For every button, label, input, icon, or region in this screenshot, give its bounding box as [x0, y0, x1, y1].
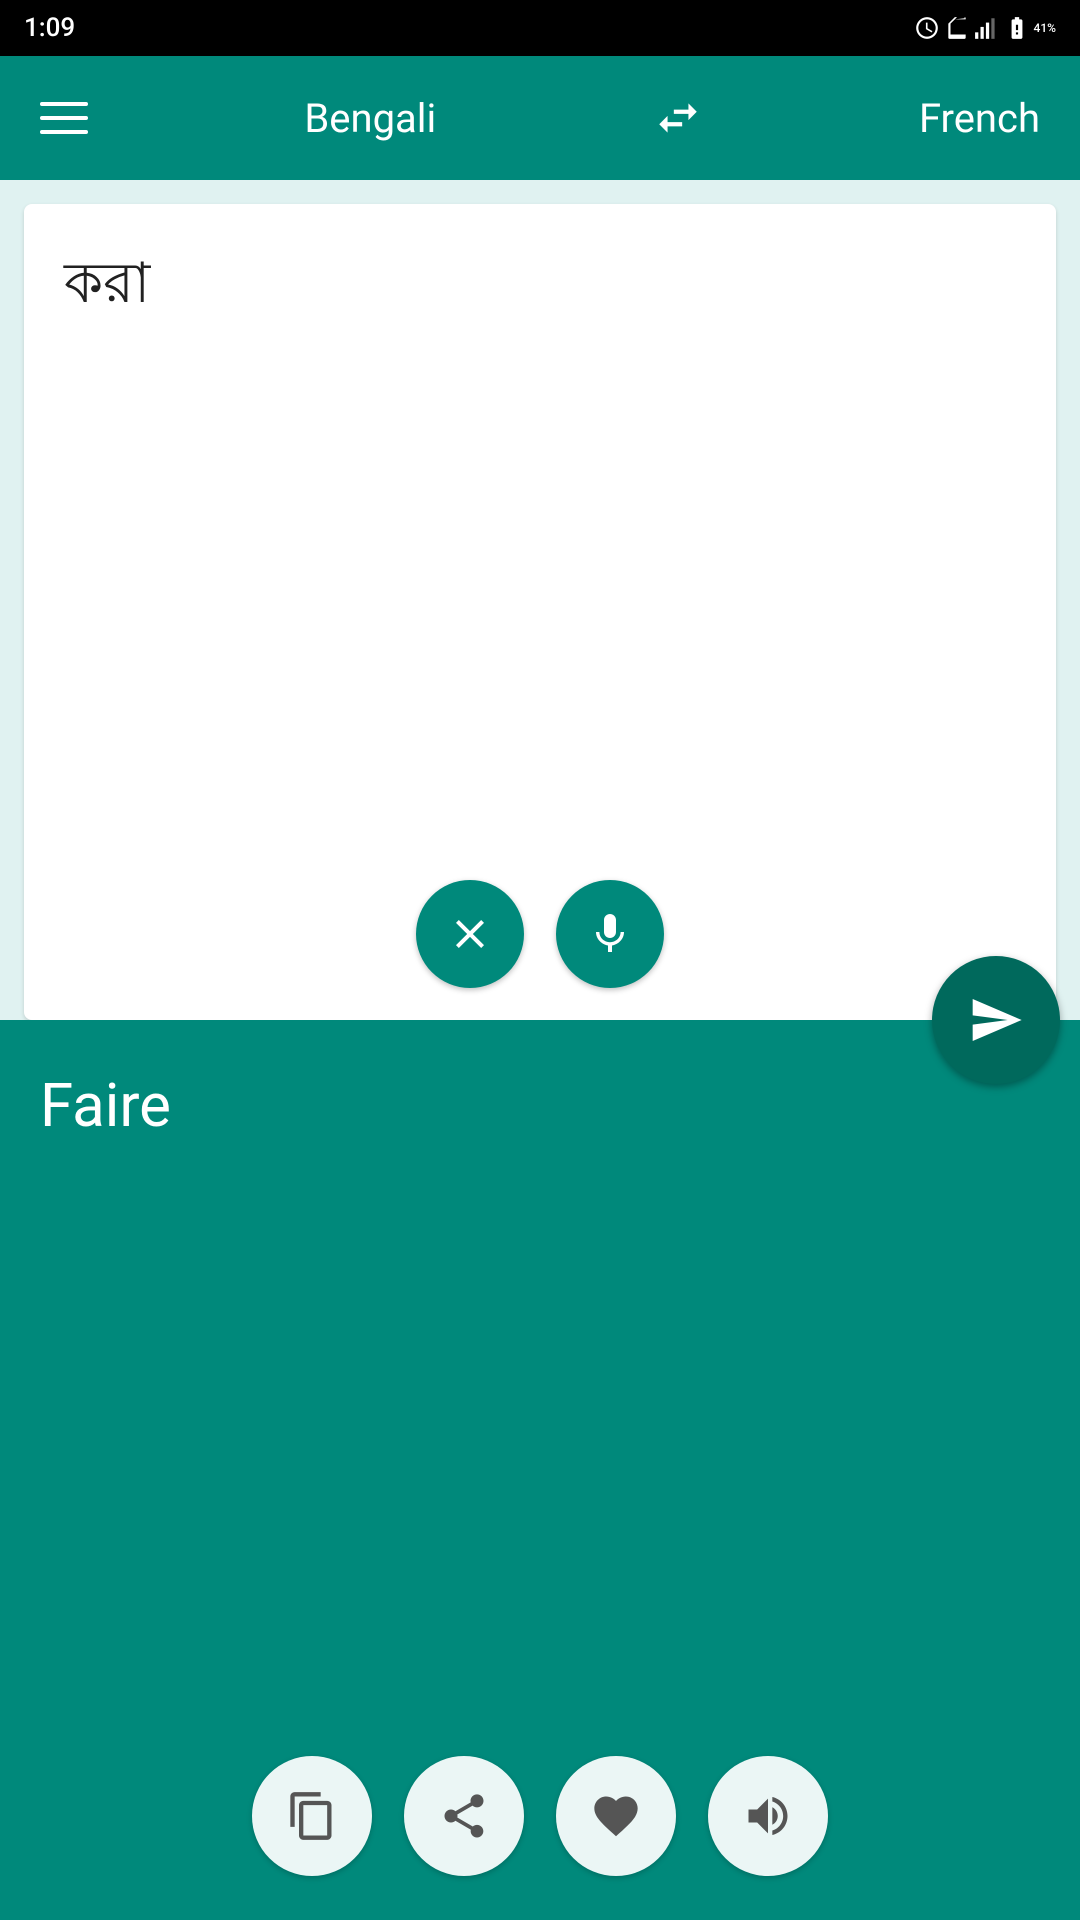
battery-percent: 41% [1034, 21, 1056, 35]
clear-icon [446, 910, 494, 958]
volume-icon [742, 1790, 794, 1842]
translate-button[interactable] [932, 956, 1060, 1084]
copy-button[interactable] [252, 1756, 372, 1876]
sim-icon [944, 15, 970, 41]
source-language[interactable]: Bengali [304, 95, 436, 142]
status-time: 1:09 [24, 13, 75, 43]
status-icons: 41% [914, 15, 1056, 41]
alarm-icon [914, 15, 940, 41]
translation-panel: Faire [0, 1020, 1080, 1920]
share-icon [438, 1790, 490, 1842]
hamburger-line2 [40, 116, 88, 120]
status-bar: 1:09 41% [0, 0, 1080, 56]
speak-button[interactable] [708, 1756, 828, 1876]
hamburger-line1 [40, 102, 88, 106]
source-input-text[interactable]: করা [24, 204, 1056, 322]
copy-icon [286, 1790, 338, 1842]
swap-languages-button[interactable] [653, 93, 703, 143]
target-language[interactable]: French [919, 95, 1040, 142]
microphone-button[interactable] [556, 880, 664, 988]
clear-button[interactable] [416, 880, 524, 988]
heart-icon [590, 1790, 642, 1842]
send-icon [968, 992, 1024, 1048]
signal-icon [974, 15, 1000, 41]
source-actions [416, 880, 664, 988]
charging-icon [1004, 15, 1030, 41]
translation-actions [252, 1756, 828, 1876]
source-panel: করা [24, 204, 1056, 1020]
translation-output-text: Faire [40, 1064, 1040, 1148]
menu-button[interactable] [40, 102, 88, 134]
hamburger-line3 [40, 130, 88, 134]
share-button[interactable] [404, 1756, 524, 1876]
main-content: করা Faire [0, 180, 1080, 1920]
toolbar: Bengali French [0, 56, 1080, 180]
favorite-button[interactable] [556, 1756, 676, 1876]
microphone-icon [586, 910, 634, 958]
